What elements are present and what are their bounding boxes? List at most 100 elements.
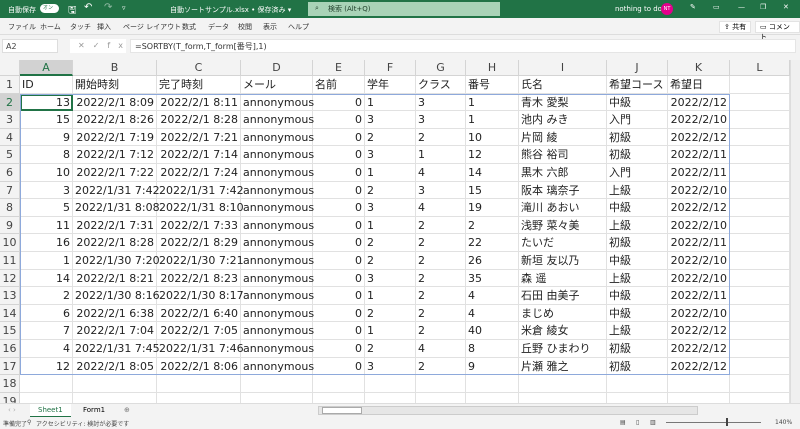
cell[interactable] [730, 269, 790, 288]
cell[interactable]: 米倉 綾女 [519, 322, 607, 340]
table-header-cell[interactable]: メール [241, 76, 313, 94]
cell[interactable]: 阪本 璃奈子 [519, 181, 607, 200]
cell[interactable]: 2022/2/1 7:04 [73, 322, 157, 340]
cell[interactable] [668, 392, 730, 403]
cell[interactable]: 3 [20, 181, 73, 200]
cell[interactable]: 2022/2/12 [668, 322, 730, 340]
cell[interactable]: 1 [466, 111, 519, 129]
column-header-E[interactable]: E [313, 60, 365, 76]
cell[interactable]: 12 [20, 357, 73, 376]
cell[interactable]: 19 [466, 199, 519, 217]
row-header[interactable]: 10 [0, 234, 20, 252]
cell[interactable]: 青木 愛梨 [519, 93, 607, 112]
cell[interactable]: 2022/2/11 [668, 234, 730, 252]
cell[interactable]: 7 [20, 322, 73, 340]
cell[interactable]: 2022/1/31 8:10 [157, 199, 244, 217]
cell[interactable] [730, 146, 790, 164]
cell[interactable]: 2 [20, 287, 73, 305]
cell[interactable]: 0 [313, 234, 365, 252]
cell[interactable]: 2 [365, 340, 416, 358]
cell[interactable] [313, 392, 365, 403]
cell[interactable] [20, 375, 73, 393]
table-header-cell[interactable]: 開始時刻 [73, 76, 157, 94]
name-box[interactable]: A2 [2, 39, 58, 53]
cell[interactable] [730, 234, 790, 252]
cell[interactable]: 3 [416, 111, 466, 129]
cell[interactable]: 初級 [607, 357, 668, 376]
cell[interactable]: 2022/2/1 7:21 [157, 128, 241, 147]
ribbon-tab[interactable]: 校閲 [238, 22, 252, 32]
cell[interactable]: annonymous [241, 128, 314, 147]
table-header-cell[interactable]: 希望コース [607, 76, 668, 94]
accessibility-status[interactable]: アクセシビリティ: 検討が必要です [36, 419, 129, 428]
customize-icon[interactable]: ▿ [122, 4, 126, 12]
cell[interactable]: 13 [20, 93, 73, 112]
cell[interactable] [730, 392, 790, 403]
row-header[interactable]: 1 [0, 76, 20, 94]
cell[interactable]: 0 [313, 287, 365, 305]
table-header-cell[interactable]: 学年 [365, 76, 416, 94]
cell[interactable]: 2022/2/1 6:40 [157, 304, 241, 323]
cell[interactable]: 上級 [607, 181, 668, 200]
select-all-button[interactable] [0, 60, 20, 76]
cell[interactable]: 上級 [607, 269, 668, 288]
column-header-L[interactable]: L [730, 60, 790, 76]
cell[interactable]: 1 [365, 287, 416, 305]
cell[interactable]: 初級 [607, 128, 668, 147]
cell[interactable]: 上級 [607, 322, 668, 340]
cell[interactable]: 0 [313, 199, 365, 217]
cell[interactable]: 4 [416, 340, 466, 358]
column-header-F[interactable]: F [365, 60, 416, 76]
cell[interactable]: 初級 [607, 340, 668, 358]
cell[interactable] [157, 375, 241, 393]
row-header[interactable]: 2 [0, 93, 20, 112]
tab-form1[interactable]: Form1 [83, 406, 105, 414]
cell[interactable]: 1 [365, 164, 416, 182]
cell[interactable]: 12 [466, 146, 519, 164]
cell[interactable]: 0 [313, 216, 365, 235]
horizontal-scrollbar[interactable] [318, 406, 698, 415]
cell[interactable]: 2022/1/31 7:46 [157, 340, 244, 358]
cell[interactable]: 2022/2/1 6:38 [73, 304, 157, 323]
zoom-level[interactable]: 140% [775, 419, 792, 426]
tab-sheet1[interactable]: Sheet1 [30, 404, 71, 418]
cell[interactable]: 2022/2/1 8:21 [73, 269, 157, 288]
sheet-nav-icon[interactable]: ‹ › [8, 406, 16, 414]
cell[interactable]: 2022/2/10 [668, 304, 730, 323]
cell[interactable]: 0 [313, 340, 365, 358]
cell[interactable]: 中級 [607, 287, 668, 305]
cell[interactable] [730, 340, 790, 358]
cell[interactable]: 2022/2/12 [668, 357, 730, 376]
ribbon-tab[interactable]: 表示 [263, 22, 277, 32]
cell[interactable]: 4 [20, 340, 73, 358]
cell[interactable] [730, 304, 790, 323]
cell[interactable]: 中級 [607, 93, 668, 112]
cell[interactable]: 14 [20, 269, 73, 288]
ribbon-tab[interactable]: 数式 [182, 22, 196, 32]
cell[interactable]: 0 [313, 357, 365, 376]
cell[interactable] [730, 111, 790, 129]
cell[interactable]: annonymous [241, 181, 314, 200]
cell[interactable]: 2022/1/31 7:42 [157, 181, 244, 200]
cell[interactable]: 0 [313, 322, 365, 340]
cell[interactable]: 入門 [607, 111, 668, 129]
zoom-slider[interactable] [666, 422, 761, 423]
cell[interactable]: 片岡 綾 [519, 128, 607, 147]
cell[interactable]: 2 [365, 304, 416, 323]
ribbon-tab[interactable]: タッチ [70, 22, 91, 32]
cell[interactable]: annonymous [241, 269, 314, 288]
cell[interactable] [519, 392, 607, 403]
cell[interactable]: たいだ [519, 234, 607, 252]
cell[interactable]: 2022/2/1 8:28 [73, 234, 157, 252]
cell[interactable]: 2022/2/1 8:26 [73, 111, 157, 129]
cell[interactable]: 2 [416, 269, 466, 288]
cell[interactable]: 2022/2/1 7:14 [157, 146, 241, 164]
cell[interactable]: 池内 みき [519, 111, 607, 129]
restore-icon[interactable]: ❐ [760, 3, 766, 11]
cell[interactable]: 2022/1/30 8:16 [73, 287, 160, 305]
column-header-A[interactable]: A [20, 60, 73, 76]
column-header-C[interactable]: C [157, 60, 241, 76]
cell[interactable]: 2 [416, 322, 466, 340]
cell[interactable]: 4 [416, 164, 466, 182]
cell[interactable]: 2022/2/12 [668, 340, 730, 358]
